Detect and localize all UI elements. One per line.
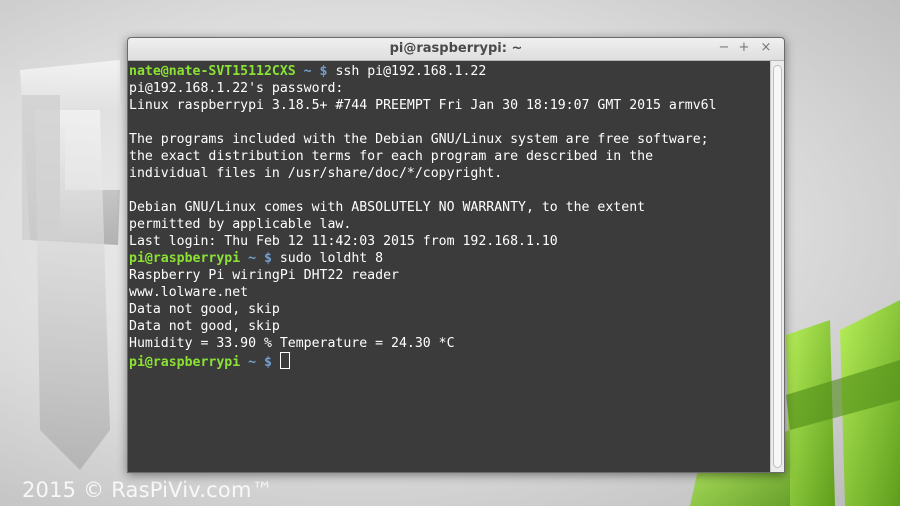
prompt-user-host: pi@raspberrypi <box>129 355 241 370</box>
output-text: individual files in /usr/share/doc/*/cop… <box>129 166 503 181</box>
prompt-path: ~ $ <box>240 251 272 266</box>
watermark-text: 2015 © RasPiViv.com™ <box>22 478 273 502</box>
output-text: Data not good, skip <box>129 319 280 334</box>
output-text: permitted by applicable law. <box>129 217 352 232</box>
text-cursor <box>279 352 290 369</box>
output-text: Raspberry Pi wiringPi DHT22 reader <box>129 268 399 283</box>
terminal-prompt-line: nate@nate-SVT15112CXS ~ $ ssh pi@192.168… <box>129 63 771 80</box>
maximize-button[interactable]: + <box>736 40 752 56</box>
terminal-output[interactable]: nate@nate-SVT15112CXS ~ $ ssh pi@192.168… <box>128 61 771 472</box>
command-text <box>272 355 280 370</box>
scrollbar-thumb[interactable] <box>773 65 782 468</box>
prompt-user-host: nate@nate-SVT15112CXS <box>129 64 296 79</box>
terminal-output-line: The programs included with the Debian GN… <box>129 131 771 148</box>
terminal-output-line: www.lolware.net <box>129 284 771 301</box>
terminal-output-line: permitted by applicable law. <box>129 216 771 233</box>
output-text: Data not good, skip <box>129 302 280 317</box>
terminal-output-line: Last login: Thu Feb 12 11:42:03 2015 fro… <box>129 233 771 250</box>
command-text: ssh pi@192.168.1.22 <box>327 64 487 79</box>
window-title: pi@raspberrypi: ~ <box>389 41 523 56</box>
terminal-output-line: Debian GNU/Linux comes with ABSOLUTELY N… <box>129 199 771 216</box>
title-bar[interactable]: pi@raspberrypi: ~ − + × <box>128 38 784 61</box>
minimize-button[interactable]: − <box>716 40 732 56</box>
output-text: the exact distribution terms for each pr… <box>129 149 654 164</box>
terminal-output-line: Data not good, skip <box>129 301 771 318</box>
prompt-path: ~ $ <box>240 355 272 370</box>
terminal-prompt-line: pi@raspberrypi ~ $ <box>129 352 771 370</box>
command-text: sudo loldht 8 <box>271 251 384 266</box>
output-text: Last login: Thu Feb 12 11:42:03 2015 fro… <box>129 234 558 249</box>
terminal-output-line: Raspberry Pi wiringPi DHT22 reader <box>129 267 771 284</box>
output-text: Humidity = 33.90 % Temperature = 24.30 *… <box>129 336 455 351</box>
terminal-output-line: Humidity = 33.90 % Temperature = 24.30 *… <box>129 335 771 352</box>
prompt-user-host: pi@raspberrypi <box>129 251 241 266</box>
output-text: Debian GNU/Linux comes with ABSOLUTELY N… <box>129 200 646 215</box>
output-text: www.lolware.net <box>129 285 249 300</box>
terminal-output-line: the exact distribution terms for each pr… <box>129 148 771 165</box>
prompt-path: ~ $ <box>295 64 328 79</box>
terminal-window[interactable]: pi@raspberrypi: ~ − + × nate@nate-SVT151… <box>127 37 785 473</box>
output-text: The programs included with the Debian GN… <box>129 132 709 147</box>
terminal-prompt-line: pi@raspberrypi ~ $ sudo loldht 8 <box>129 250 771 267</box>
output-text: Linux raspberrypi 3.18.5+ #744 PREEMPT F… <box>129 98 717 113</box>
terminal-output-line: Data not good, skip <box>129 318 771 335</box>
output-text: pi@192.168.1.22's password: <box>129 81 344 96</box>
vertical-scrollbar[interactable] <box>770 61 784 472</box>
close-button[interactable]: × <box>758 40 774 56</box>
terminal-output-line: Linux raspberrypi 3.18.5+ #744 PREEMPT F… <box>129 97 771 114</box>
terminal-output-line: individual files in /usr/share/doc/*/cop… <box>129 165 771 182</box>
terminal-output-line: pi@192.168.1.22's password: <box>129 80 771 97</box>
